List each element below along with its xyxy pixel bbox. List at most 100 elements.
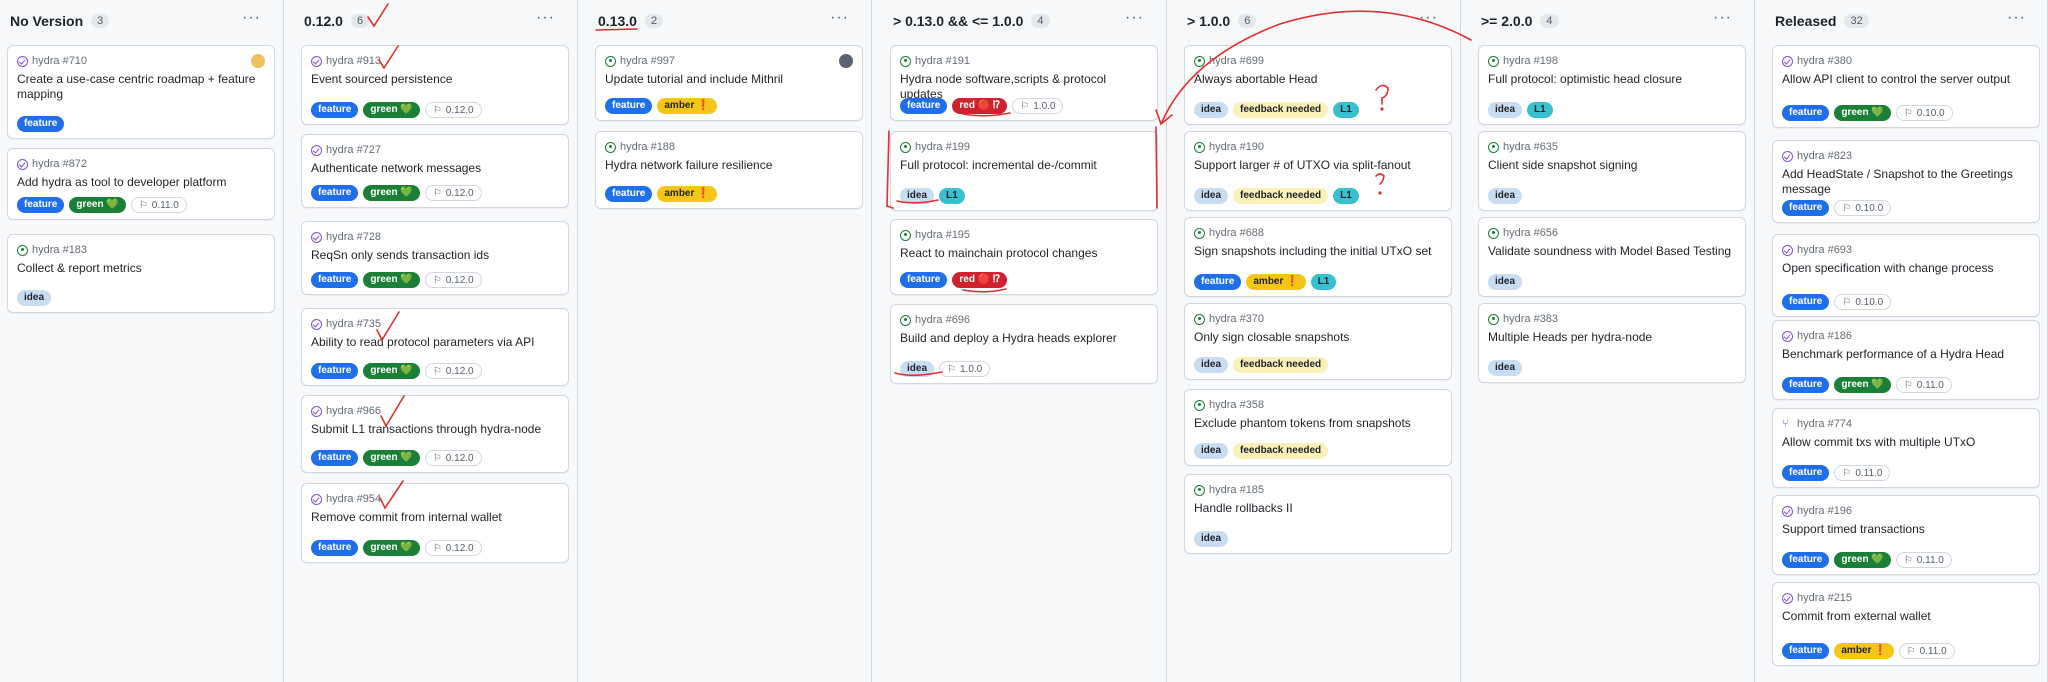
label-feature[interactable]: feature: [1194, 274, 1242, 290]
label-feedback[interactable]: feedback needed: [1233, 443, 1329, 459]
issue-reference[interactable]: hydra #188: [605, 141, 675, 153]
issue-title[interactable]: Authenticate network messages: [311, 161, 558, 176]
label-feedback[interactable]: feedback needed: [1233, 102, 1329, 118]
issue-card[interactable]: hydra #693 Open specification with change…: [1772, 234, 2040, 317]
issue-reference[interactable]: hydra #696: [900, 314, 970, 326]
issue-reference[interactable]: hydra #954: [311, 493, 381, 505]
issue-card[interactable]: hydra #195 React to mainchain protocol ch…: [890, 219, 1158, 295]
issue-reference[interactable]: hydra #183: [17, 244, 87, 256]
label-feature[interactable]: feature: [17, 116, 65, 132]
issue-card[interactable]: hydra #913 Event sourced persistence featu…: [301, 45, 569, 125]
label-idea[interactable]: idea: [1488, 188, 1523, 204]
issue-reference[interactable]: hydra #383: [1488, 313, 1558, 325]
column-menu-icon[interactable]: ···: [1125, 9, 1144, 27]
label-green[interactable]: green 💚: [1834, 105, 1891, 121]
label-idea[interactable]: idea: [17, 290, 52, 306]
issue-reference[interactable]: hydra #699: [1194, 55, 1264, 67]
issue-card[interactable]: hydra #997 Update tutorial and include Mi…: [595, 45, 863, 121]
issue-reference[interactable]: hydra #370: [1194, 313, 1264, 325]
assignee-avatar[interactable]: [839, 54, 853, 68]
milestone-badge[interactable]: ⚐ 0.11.0: [130, 197, 187, 213]
column-menu-icon[interactable]: ···: [830, 9, 849, 27]
label-idea[interactable]: idea: [900, 361, 935, 377]
issue-card[interactable]: hydra #823 Add HeadState / Snapshot to th…: [1772, 140, 2040, 223]
issue-card[interactable]: hydra #380 Allow API client to control th…: [1772, 45, 2040, 128]
label-feature[interactable]: feature: [311, 540, 359, 556]
issue-title[interactable]: Open specification with change process: [1782, 261, 2029, 276]
label-feature[interactable]: feature: [1782, 377, 1830, 393]
column-title[interactable]: No Version: [10, 13, 83, 29]
issue-card[interactable]: hydra #728 ReqSn only sends transaction i…: [301, 221, 569, 295]
issue-reference[interactable]: hydra #913: [311, 55, 381, 67]
issue-reference[interactable]: hydra #198: [1488, 55, 1558, 67]
label-feature[interactable]: feature: [311, 363, 359, 379]
label-l1[interactable]: L1: [1310, 274, 1337, 290]
issue-card[interactable]: hydra #696 Build and deploy a Hydra heads…: [890, 304, 1158, 384]
milestone-badge[interactable]: ⚐ 0.11.0: [1895, 377, 1952, 393]
label-amber[interactable]: amber ❗: [1834, 643, 1894, 659]
issue-reference[interactable]: hydra #735: [311, 318, 381, 330]
label-green[interactable]: green 💚: [363, 102, 420, 118]
label-feedback[interactable]: feedback needed: [1233, 357, 1329, 373]
milestone-badge[interactable]: ⚐ 0.12.0: [424, 272, 482, 288]
issue-card[interactable]: hydra #656 Validate soundness with Model …: [1478, 217, 1746, 297]
issue-reference[interactable]: hydra #728: [311, 231, 381, 243]
label-amber[interactable]: amber ❗: [1246, 274, 1306, 290]
label-feature[interactable]: feature: [311, 450, 359, 466]
issue-title[interactable]: Always abortable Head: [1194, 72, 1441, 87]
column-title[interactable]: > 1.0.0: [1187, 13, 1230, 29]
issue-title[interactable]: React to mainchain protocol changes: [900, 246, 1147, 261]
column-menu-icon[interactable]: ···: [242, 9, 261, 27]
label-green[interactable]: green 💚: [363, 272, 420, 288]
issue-card[interactable]: hydra #188 Hydra network failure resilien…: [595, 131, 863, 209]
label-feature[interactable]: feature: [1782, 294, 1830, 310]
label-feedback[interactable]: feedback needed: [1233, 188, 1329, 204]
issue-card[interactable]: hydra #199 Full protocol: incremental de-…: [890, 131, 1158, 211]
milestone-badge[interactable]: ⚐ 0.12.0: [424, 540, 482, 556]
label-feature[interactable]: feature: [1782, 465, 1830, 481]
issue-reference[interactable]: hydra #656: [1488, 227, 1558, 239]
issue-title[interactable]: ReqSn only sends transaction ids: [311, 248, 558, 263]
issue-reference[interactable]: hydra #688: [1194, 227, 1264, 239]
issue-title[interactable]: Support timed transactions: [1782, 522, 2029, 537]
milestone-badge[interactable]: ⚐ 0.10.0: [1834, 294, 1892, 310]
label-feature[interactable]: feature: [17, 197, 65, 213]
issue-card[interactable]: hydra #183 Collect & report metrics idea: [7, 234, 275, 313]
label-idea[interactable]: idea: [1194, 357, 1229, 373]
issue-reference[interactable]: hydra #358: [1194, 399, 1264, 411]
label-green[interactable]: green 💚: [1834, 377, 1891, 393]
label-green[interactable]: green 💚: [1834, 552, 1891, 568]
label-feature[interactable]: feature: [900, 98, 948, 114]
column-title[interactable]: 0.13.0: [598, 13, 637, 29]
milestone-badge[interactable]: ⚐ 1.0.0: [1012, 98, 1064, 114]
issue-reference[interactable]: hydra #190: [1194, 141, 1264, 153]
label-feature[interactable]: feature: [1782, 105, 1830, 121]
label-green[interactable]: green 💚: [69, 197, 126, 213]
issue-card[interactable]: hydra #186 Benchmark performance of a Hyd…: [1772, 320, 2040, 400]
issue-title[interactable]: Add hydra as tool to developer platform: [17, 175, 264, 190]
column-menu-icon[interactable]: ···: [1713, 9, 1732, 27]
label-feature[interactable]: feature: [605, 98, 653, 114]
label-green[interactable]: green 💚: [363, 450, 420, 466]
label-feature[interactable]: feature: [311, 185, 359, 201]
column-title[interactable]: 0.12.0: [304, 13, 343, 29]
issue-title[interactable]: Full protocol: incremental de-/commit: [900, 158, 1147, 173]
issue-card[interactable]: hydra #635 Client side snapshot signing id…: [1478, 131, 1746, 211]
milestone-badge[interactable]: ⚐ 0.12.0: [424, 363, 482, 379]
issue-card[interactable]: hydra #872 Add hydra as tool to developer…: [7, 148, 275, 220]
issue-reference[interactable]: hydra #196: [1782, 505, 1852, 517]
issue-card[interactable]: hydra #190 Support larger # of UTXO via s…: [1184, 131, 1452, 211]
issue-title[interactable]: Sign snapshots including the initial UTx…: [1194, 244, 1441, 259]
issue-reference[interactable]: hydra #872: [17, 158, 87, 170]
label-feature[interactable]: feature: [605, 186, 653, 202]
issue-card[interactable]: hydra #735 Ability to read protocol param…: [301, 308, 569, 386]
issue-title[interactable]: Allow API client to control the server o…: [1782, 72, 2029, 87]
issue-reference[interactable]: hydra #727: [311, 144, 381, 156]
issue-title[interactable]: Build and deploy a Hydra heads explorer: [900, 331, 1147, 346]
label-green[interactable]: green 💚: [363, 185, 420, 201]
label-feature[interactable]: feature: [1782, 643, 1830, 659]
issue-card[interactable]: hydra #727 Authenticate network messages f…: [301, 134, 569, 208]
issue-title[interactable]: Support larger # of UTXO via split-fanou…: [1194, 158, 1441, 173]
label-idea[interactable]: idea: [1194, 188, 1229, 204]
milestone-badge[interactable]: ⚐ 0.12.0: [424, 450, 482, 466]
